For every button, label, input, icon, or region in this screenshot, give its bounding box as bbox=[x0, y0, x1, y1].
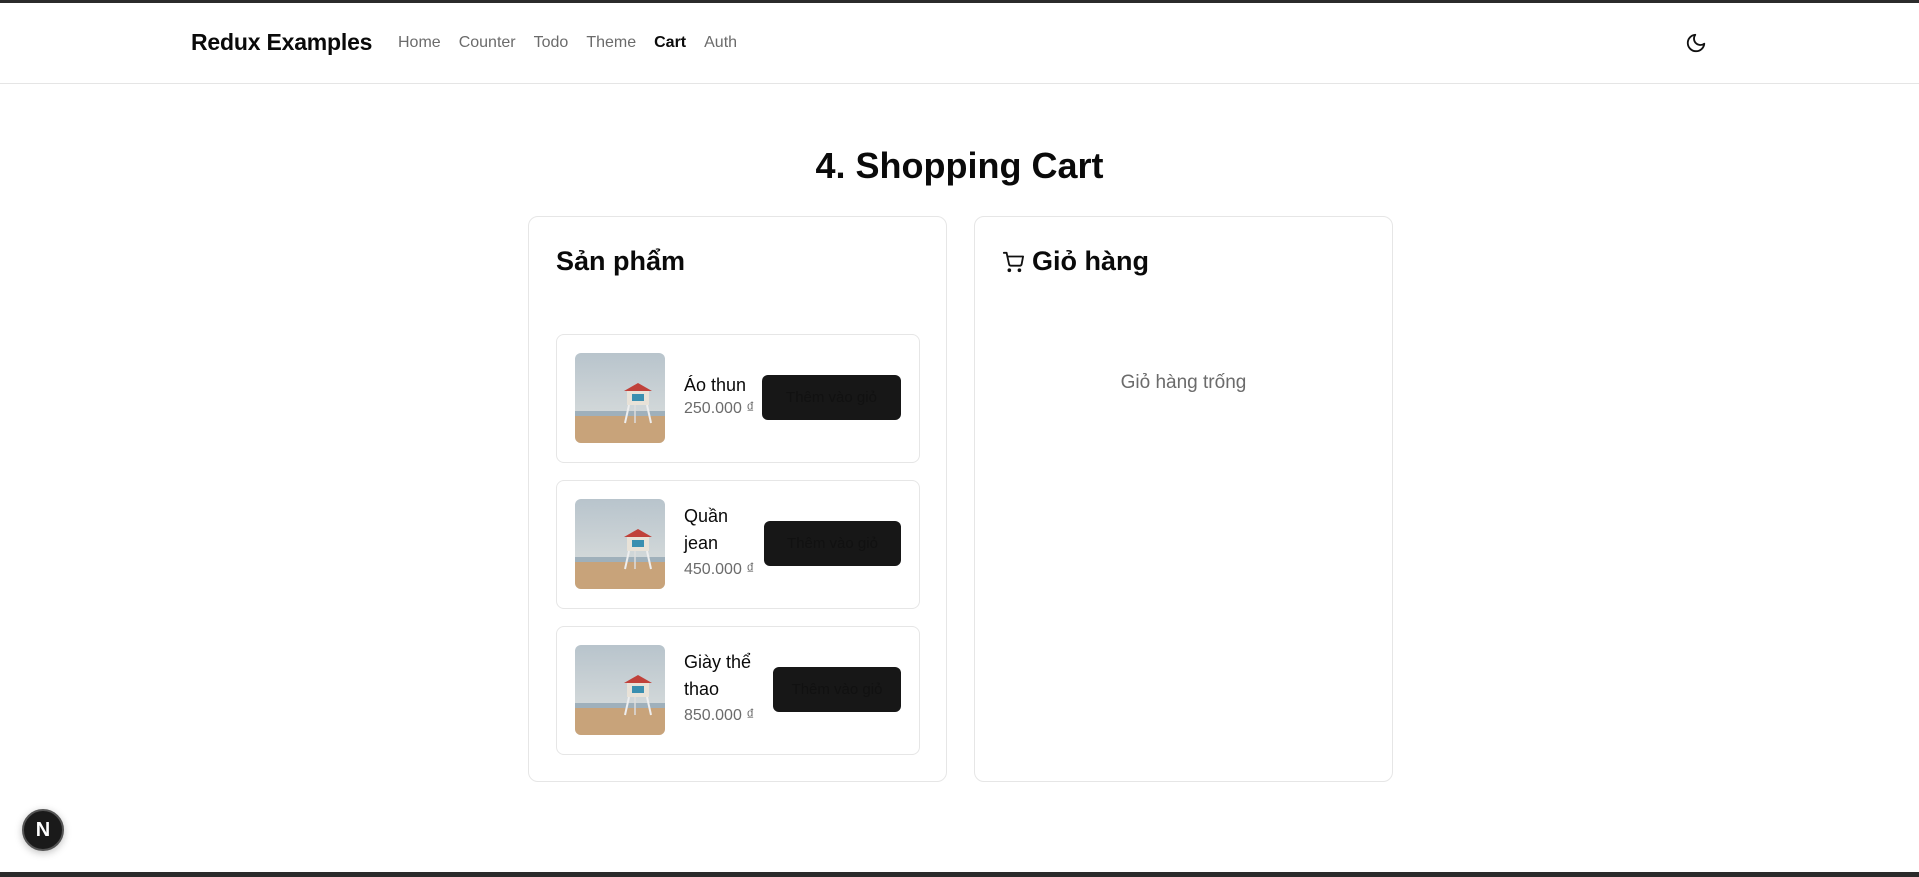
product-price: 850.000 ₫ bbox=[684, 707, 755, 724]
add-to-cart-button[interactable]: Thêm vào giỏ bbox=[764, 521, 901, 566]
product-card: Giày thể thao 850.000 ₫ Thêm vào giỏ bbox=[556, 626, 920, 755]
nav-theme[interactable]: Theme bbox=[586, 34, 636, 52]
product-price: 250.000 ₫ bbox=[684, 400, 755, 417]
cart-empty-message: Giỏ hàng trống bbox=[1120, 372, 1247, 393]
shopping-cart-icon bbox=[1002, 251, 1024, 272]
nav-auth[interactable]: Auth bbox=[704, 34, 737, 52]
page-title: 4. Shopping Cart bbox=[815, 145, 1104, 186]
cart-panel: Giỏ hàng Giỏ hàng trống bbox=[974, 216, 1393, 782]
cart-title-label: Giỏ hàng bbox=[1032, 246, 1149, 276]
dev-badge-label: N bbox=[35, 818, 51, 841]
nav-counter[interactable]: Counter bbox=[459, 34, 516, 52]
site-header: Redux Examples Home Counter Todo Theme C… bbox=[0, 3, 1919, 84]
product-image bbox=[575, 499, 665, 589]
add-to-cart-button[interactable]: Thêm vào giỏ bbox=[773, 667, 901, 712]
product-image bbox=[575, 353, 665, 443]
window-bottom-edge bbox=[0, 872, 1919, 877]
product-card: Áo thun 250.000 ₫ Thêm vào giỏ bbox=[556, 334, 920, 463]
products-panel-title: Sản phẩm bbox=[556, 246, 686, 276]
products-panel: Sản phẩm Áo thun 250.000 ₫ Thêm vào giỏ … bbox=[528, 216, 947, 782]
product-card: Quần jean 450.000 ₫ Thêm vào giỏ bbox=[556, 480, 920, 609]
add-to-cart-button[interactable]: Thêm vào giỏ bbox=[762, 375, 901, 420]
nav-todo[interactable]: Todo bbox=[534, 34, 569, 52]
cart-panel-title: Giỏ hàng bbox=[1002, 246, 1149, 277]
product-name: Giày thể thao bbox=[684, 652, 752, 699]
product-name: Áo thun bbox=[684, 375, 747, 395]
nav-cart[interactable]: Cart bbox=[654, 34, 686, 52]
main-nav: Home Counter Todo Theme Cart Auth bbox=[398, 34, 737, 52]
nextjs-logo-icon[interactable]: N bbox=[22, 809, 64, 851]
product-name: Quần jean bbox=[684, 506, 729, 553]
product-price: 450.000 ₫ bbox=[684, 561, 755, 578]
product-image bbox=[575, 645, 665, 735]
moon-icon bbox=[1686, 33, 1706, 53]
nav-home[interactable]: Home bbox=[398, 34, 441, 52]
brand-title[interactable]: Redux Examples bbox=[191, 29, 372, 56]
theme-toggle-button[interactable] bbox=[1682, 29, 1710, 57]
